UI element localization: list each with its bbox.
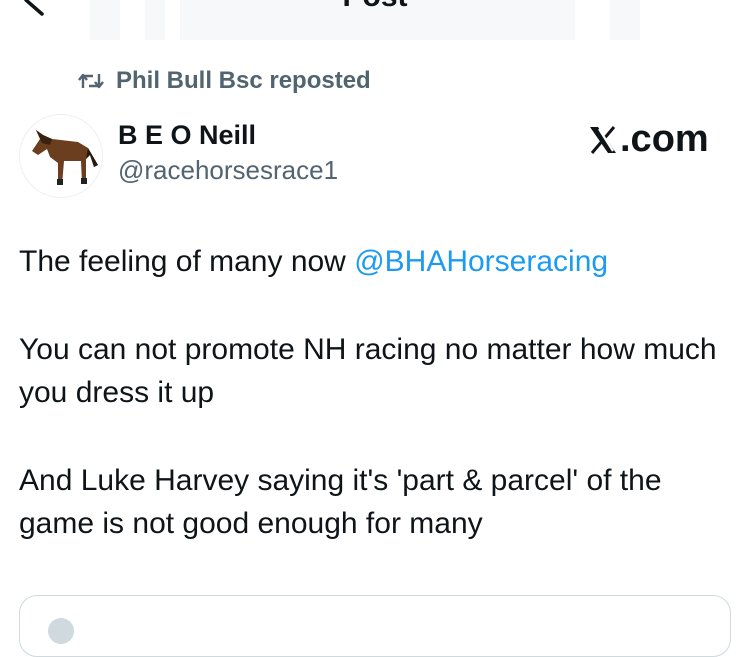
- top-bar: Post ···: [0, 0, 750, 40]
- post-paragraph: And Luke Harvey saying it's 'part & parc…: [19, 464, 662, 540]
- avatar[interactable]: [19, 114, 103, 198]
- post-body: The feeling of many now @BHAHorseracing …: [19, 240, 729, 590]
- horse-avatar-image: [20, 115, 102, 197]
- repost-label: Phil Bull Bsc reposted: [116, 67, 371, 94]
- quoted-post-card[interactable]: [19, 595, 731, 657]
- x-logo-icon: [590, 125, 616, 154]
- post-paragraph: You can not promote NH racing no matter …: [19, 333, 717, 409]
- watermark-text: .com: [620, 118, 709, 160]
- more-options-button[interactable]: ···: [671, 0, 704, 12]
- repost-indicator[interactable]: Phil Bull Bsc reposted: [78, 66, 371, 96]
- repost-icon: [78, 73, 104, 89]
- post-paragraph: The feeling of many now @BHAHorseracing: [19, 240, 729, 283]
- author-name[interactable]: B E O Neill: [118, 120, 256, 151]
- mention-link[interactable]: @BHAHorseracing: [354, 245, 608, 278]
- author-handle[interactable]: @racehorsesrace1: [118, 155, 338, 186]
- post-text: The feeling of many now: [19, 245, 355, 278]
- page-title: Post: [0, 0, 750, 14]
- x-com-watermark: .com: [588, 118, 709, 161]
